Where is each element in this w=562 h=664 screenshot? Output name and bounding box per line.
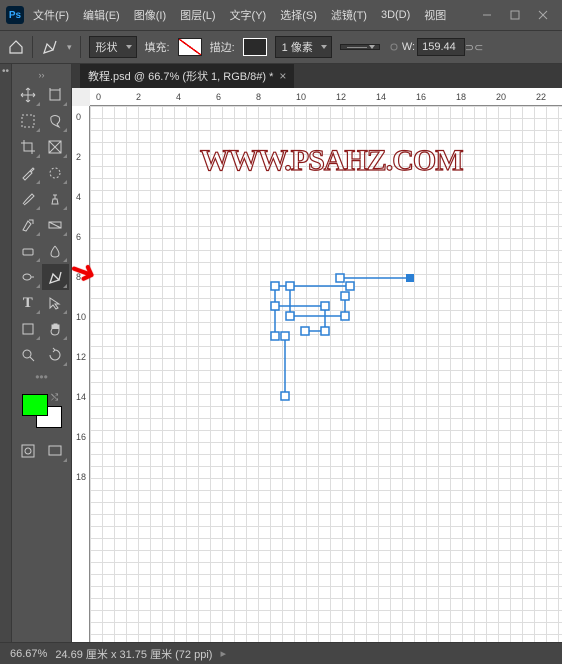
watermark-text: WWW.PSAHZ.COM: [200, 144, 463, 178]
zoom-tool[interactable]: [14, 342, 42, 368]
artboard-tool[interactable]: [42, 82, 70, 108]
crop-tool[interactable]: [14, 134, 42, 160]
menu-view[interactable]: 视图: [419, 4, 451, 26]
stroke-swatch[interactable]: [243, 38, 267, 56]
fill-swatch[interactable]: [178, 38, 202, 56]
menu-layer[interactable]: 图层(L): [175, 4, 220, 26]
tool-mode-select[interactable]: 形状: [89, 36, 137, 58]
hand-tool[interactable]: [42, 316, 70, 342]
screen-mode-icon[interactable]: [42, 438, 70, 464]
document-dimensions: 24.69 厘米 x 31.75 厘米 (72 ppi): [55, 646, 212, 662]
stroke-label: 描边:: [210, 39, 235, 55]
menu-file[interactable]: 文件(F): [28, 4, 74, 26]
width-input[interactable]: 159.44: [417, 38, 465, 56]
pen-tool-icon: [41, 38, 59, 56]
document-tab[interactable]: 教程.psd @ 66.7% (形状 1, RGB/8#) * ×: [80, 64, 294, 88]
move-tool[interactable]: [14, 82, 42, 108]
close-button[interactable]: [530, 5, 556, 25]
title-bar: Ps 文件(F) 编辑(E) 图像(I) 图层(L) 文字(Y) 选择(S) 滤…: [0, 0, 562, 30]
app-logo: Ps: [6, 6, 24, 24]
document-area: 教程.psd @ 66.7% (形状 1, RGB/8#) * × ‹‹ 024…: [72, 64, 562, 642]
home-icon[interactable]: [8, 39, 24, 55]
history-brush-tool[interactable]: [14, 212, 42, 238]
quick-select-tool[interactable]: [42, 160, 70, 186]
swap-colors-icon[interactable]: ⤭: [51, 392, 63, 404]
maximize-button[interactable]: [502, 5, 528, 25]
color-swatches[interactable]: ⤭: [14, 390, 69, 432]
chain-icon[interactable]: ⊃⊂: [467, 40, 481, 54]
gradient-tool[interactable]: [42, 212, 70, 238]
menu-image[interactable]: 图像(I): [129, 4, 171, 26]
stroke-style-select[interactable]: [340, 44, 380, 50]
zoom-level[interactable]: 66.67%: [10, 648, 47, 660]
stroke-size-select[interactable]: 1 像素: [275, 36, 332, 58]
lasso-tool[interactable]: [42, 108, 70, 134]
minimize-button[interactable]: [474, 5, 500, 25]
options-bar: ▾ 形状 填充: 描边: 1 像素 W: 159.44 ⊃⊂: [0, 30, 562, 64]
fill-label: 填充:: [145, 39, 170, 55]
rotate-view-tool[interactable]: [42, 342, 70, 368]
brush-tool[interactable]: [14, 186, 42, 212]
dodge-tool[interactable]: [14, 264, 42, 290]
menu-type[interactable]: 文字(Y): [225, 4, 272, 26]
clone-stamp-tool[interactable]: [42, 186, 70, 212]
quick-mask-icon[interactable]: [14, 438, 42, 464]
menu-edit[interactable]: 编辑(E): [78, 4, 125, 26]
path-selection-tool[interactable]: [42, 290, 70, 316]
link-icon[interactable]: [388, 41, 400, 53]
active-path[interactable]: [270, 276, 430, 411]
tab-title: 教程.psd @ 66.7% (形状 1, RGB/8#) *: [88, 68, 273, 84]
shape-tool[interactable]: [14, 316, 42, 342]
marquee-tool[interactable]: [14, 108, 42, 134]
width-label: W:: [402, 41, 415, 53]
pen-tool[interactable]: [42, 264, 70, 290]
blur-tool[interactable]: [42, 238, 70, 264]
tab-close-icon[interactable]: ×: [279, 69, 286, 83]
menu-filter[interactable]: 滤镜(T): [326, 4, 372, 26]
horizontal-ruler[interactable]: 0246810121416182022: [90, 88, 562, 106]
toolbox: ›› T ••• ⤭: [12, 64, 72, 642]
eraser-tool[interactable]: [14, 238, 42, 264]
ruler-origin[interactable]: [72, 88, 90, 106]
canvas[interactable]: WWW.PSAHZ.COM: [90, 106, 562, 642]
frame-tool[interactable]: [42, 134, 70, 160]
foreground-color[interactable]: [22, 394, 48, 416]
panel-collapse-strip[interactable]: ••: [0, 64, 12, 642]
menu-3d[interactable]: 3D(D): [376, 6, 415, 24]
type-tool[interactable]: T: [14, 290, 42, 316]
status-bar: 66.67% 24.69 厘米 x 31.75 厘米 (72 ppi) ▸: [0, 642, 562, 664]
menu-select[interactable]: 选择(S): [275, 4, 322, 26]
vertical-ruler[interactable]: 024681012141618: [72, 106, 90, 642]
eyedropper-tool[interactable]: [14, 160, 42, 186]
tab-bar: 教程.psd @ 66.7% (形状 1, RGB/8#) * ×: [72, 64, 562, 88]
